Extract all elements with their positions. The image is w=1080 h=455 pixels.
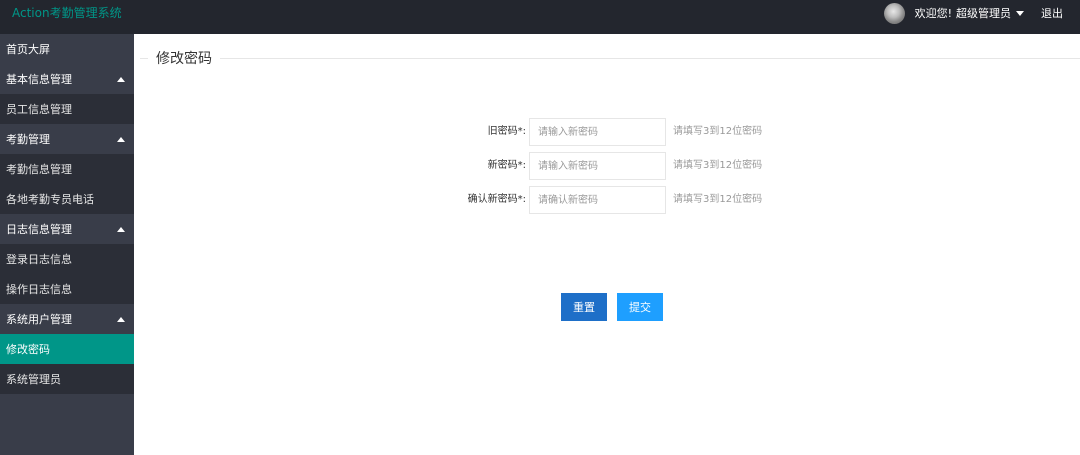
user-menu[interactable]: 超级管理员	[956, 5, 1011, 21]
sidebar-item-label: 考勤信息管理	[6, 163, 72, 176]
title-divider	[140, 58, 1080, 59]
sidebar-item-label: 基本信息管理	[6, 73, 72, 86]
form-row-old-password: 旧密码*: 请填写3到12位密码	[134, 118, 1080, 146]
logout-link[interactable]: 退出	[1041, 5, 1063, 21]
form-row-confirm-password: 确认新密码*: 请填写3到12位密码	[134, 186, 1080, 214]
sidebar-group-system-users[interactable]: 系统用户管理	[0, 304, 134, 334]
app-logo[interactable]: Action考勤管理系统	[12, 6, 122, 20]
sidebar-group-logs[interactable]: 日志信息管理	[0, 214, 134, 244]
chevron-up-icon	[117, 226, 125, 232]
sidebar-item-home[interactable]: 首页大屏	[0, 34, 134, 64]
sidebar-item-label: 修改密码	[6, 343, 50, 356]
sidebar-item-employee-info[interactable]: 员工信息管理	[0, 94, 134, 124]
sidebar-item-label: 系统用户管理	[6, 313, 72, 326]
page-title: 修改密码	[148, 50, 220, 68]
confirm-password-input[interactable]	[529, 186, 666, 214]
new-password-tip: 请填写3到12位密码	[673, 160, 763, 171]
top-header: Action考勤管理系统 欢迎您! 超级管理员 退出	[0, 0, 1080, 34]
old-password-input[interactable]	[529, 118, 666, 146]
sidebar-item-operation-logs[interactable]: 操作日志信息	[0, 274, 134, 304]
sidebar-item-label: 各地考勤专员电话	[6, 193, 94, 206]
submit-button[interactable]: 提交	[617, 293, 663, 321]
sidebar-item-label: 操作日志信息	[6, 283, 72, 296]
new-password-input[interactable]	[529, 152, 666, 180]
sidebar-item-login-logs[interactable]: 登录日志信息	[0, 244, 134, 274]
chevron-down-icon[interactable]	[1016, 10, 1024, 16]
sidebar-item-label: 登录日志信息	[6, 253, 72, 266]
sidebar-item-change-password[interactable]: 修改密码	[0, 334, 134, 364]
confirm-password-label: 确认新密码*:	[467, 194, 526, 205]
reset-button[interactable]: 重置	[561, 293, 607, 321]
chevron-up-icon	[117, 76, 125, 82]
form-row-new-password: 新密码*: 请填写3到12位密码	[134, 152, 1080, 180]
avatar[interactable]	[883, 2, 905, 24]
new-password-label: 新密码*:	[487, 160, 526, 171]
sidebar-item-label: 考勤管理	[6, 133, 50, 146]
sidebar-item-label: 首页大屏	[6, 43, 50, 56]
sidebar-group-basic-info[interactable]: 基本信息管理	[0, 64, 134, 94]
user-area: 欢迎您! 超级管理员 退出	[883, 0, 1080, 26]
old-password-tip: 请填写3到12位密码	[673, 126, 763, 137]
sidebar: 首页大屏 基本信息管理 员工信息管理 考勤管理 考勤信息管理 各地考勤专员电话 …	[0, 34, 134, 455]
sidebar-item-label: 员工信息管理	[6, 103, 72, 116]
welcome-text: 欢迎您!	[914, 7, 952, 20]
confirm-password-tip: 请填写3到12位密码	[673, 194, 763, 205]
sidebar-item-attendance-info[interactable]: 考勤信息管理	[0, 154, 134, 184]
sidebar-item-system-admin[interactable]: 系统管理员	[0, 364, 134, 394]
chevron-up-icon	[117, 136, 125, 142]
sidebar-item-label: 日志信息管理	[6, 223, 72, 236]
sidebar-item-attendance-phones[interactable]: 各地考勤专员电话	[0, 184, 134, 214]
sidebar-group-attendance[interactable]: 考勤管理	[0, 124, 134, 154]
chevron-up-icon	[117, 316, 125, 322]
sidebar-item-label: 系统管理员	[6, 373, 61, 386]
main-content: 修改密码 旧密码*: 请填写3到12位密码 新密码*: 请填写3到12位密码 确…	[134, 34, 1080, 455]
old-password-label: 旧密码*:	[487, 126, 526, 137]
